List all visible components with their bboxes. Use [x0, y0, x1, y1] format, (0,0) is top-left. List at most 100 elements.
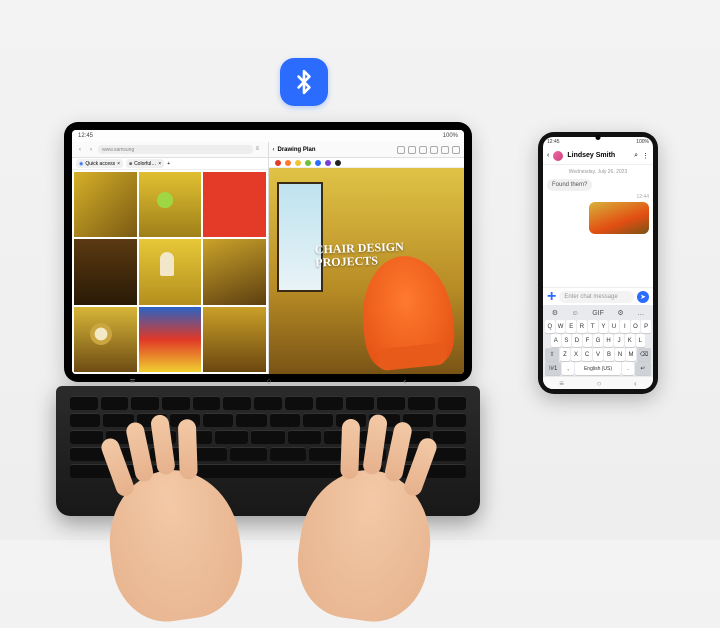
key[interactable]: T: [588, 320, 598, 333]
contact-name: Lindsey Smith: [567, 152, 615, 159]
gallery-tile[interactable]: [203, 239, 266, 304]
gallery-tile[interactable]: [203, 172, 266, 237]
new-tab-button[interactable]: +: [167, 161, 170, 167]
more-icon[interactable]: ⋮: [642, 152, 649, 160]
color-swatch[interactable]: [325, 160, 331, 166]
soft-keyboard[interactable]: ⚙ ☺ GIF ⚙ … QWERTYUIOP ASDFGHJKL ⇧ZXCVBN…: [543, 305, 653, 377]
browser-back-button[interactable]: ‹: [76, 147, 84, 153]
key[interactable]: N: [615, 348, 625, 361]
key[interactable]: X: [571, 348, 581, 361]
color-swatch[interactable]: [275, 160, 281, 166]
address-bar[interactable]: www.samsung: [98, 145, 253, 154]
send-button[interactable]: ➤: [637, 291, 649, 303]
key[interactable]: P: [641, 320, 651, 333]
phone-nav-bar: ≡ ○ ‹: [543, 377, 653, 389]
symbols-key[interactable]: !#1: [545, 362, 561, 375]
browser-tab-strip: ◉Quick access× ■Colorful…× +: [72, 158, 268, 170]
key[interactable]: A: [551, 334, 561, 347]
message-time: 12:44: [547, 194, 649, 200]
browser-forward-button[interactable]: ›: [87, 147, 95, 153]
key[interactable]: ,: [562, 362, 574, 375]
gallery-tile[interactable]: [203, 307, 266, 372]
attach-button[interactable]: +: [547, 288, 556, 306]
drawing-canvas[interactable]: CHAIR DESIGN PROJECTS: [269, 168, 465, 374]
key[interactable]: S: [562, 334, 572, 347]
key[interactable]: Q: [545, 320, 555, 333]
gallery-tile[interactable]: [74, 307, 137, 372]
browser-menu-icon[interactable]: ≡: [256, 146, 264, 154]
browser-tab[interactable]: ■Colorful…×: [126, 159, 164, 168]
key[interactable]: W: [556, 320, 566, 333]
chat-placeholder: Enter chat message: [564, 294, 617, 300]
key[interactable]: B: [604, 348, 614, 361]
tool-icon[interactable]: [441, 146, 449, 154]
key[interactable]: I: [620, 320, 630, 333]
chat-input[interactable]: Enter chat message: [559, 291, 634, 303]
key[interactable]: J: [614, 334, 624, 347]
color-swatch[interactable]: [315, 160, 321, 166]
avatar[interactable]: [553, 151, 563, 161]
key[interactable]: V: [593, 348, 603, 361]
tablet-screen: 12:45 100% ‹ › www.samsung ≡ ◉Quick acce…: [72, 130, 464, 374]
kb-tool-icon[interactable]: GIF: [592, 310, 604, 317]
key[interactable]: R: [577, 320, 587, 333]
nav-back-button[interactable]: ‹: [634, 379, 637, 388]
key[interactable]: K: [625, 334, 635, 347]
key[interactable]: H: [604, 334, 614, 347]
nav-recent-button[interactable]: ≡: [130, 376, 135, 386]
tool-icon[interactable]: [419, 146, 427, 154]
gallery-tile[interactable]: [74, 172, 137, 237]
canvas-window: [277, 182, 323, 292]
close-icon[interactable]: ×: [158, 161, 161, 167]
gallery-tile[interactable]: [139, 307, 202, 372]
more-icon[interactable]: [452, 146, 460, 154]
image-message[interactable]: [589, 202, 649, 234]
kb-tool-icon[interactable]: …: [637, 310, 644, 317]
drawing-back-button[interactable]: ‹: [273, 147, 275, 153]
color-swatch[interactable]: [295, 160, 301, 166]
gallery-tile[interactable]: [139, 239, 202, 304]
key[interactable]: L: [636, 334, 646, 347]
gallery-tile[interactable]: [139, 172, 202, 237]
tool-icon[interactable]: [408, 146, 416, 154]
drawing-toolbar: ‹ Drawing Plan: [269, 142, 465, 158]
nav-home-button[interactable]: ○: [266, 376, 271, 386]
key[interactable]: F: [583, 334, 593, 347]
tool-icon[interactable]: [397, 146, 405, 154]
status-battery: 100%: [636, 139, 649, 145]
key[interactable]: U: [609, 320, 619, 333]
tool-icon[interactable]: [430, 146, 438, 154]
kb-tool-icon[interactable]: ☺: [572, 310, 579, 317]
color-swatch[interactable]: [285, 160, 291, 166]
color-swatch[interactable]: [305, 160, 311, 166]
chat-back-button[interactable]: ‹: [547, 152, 549, 159]
nav-back-button[interactable]: ‹: [403, 376, 406, 386]
gallery-tile[interactable]: [74, 239, 137, 304]
keyboard-toolbar: ⚙ ☺ GIF ⚙ …: [545, 307, 651, 319]
drawing-title: Drawing Plan: [278, 147, 316, 153]
space-key[interactable]: English (US): [575, 362, 621, 375]
backspace-key[interactable]: ⌫: [637, 348, 651, 361]
browser-toolbar: ‹ › www.samsung ≡: [72, 142, 268, 158]
chat-thread[interactable]: Wednesday, July 26, 2023 Found them? 12:…: [543, 165, 653, 287]
key[interactable]: O: [631, 320, 641, 333]
key[interactable]: Z: [560, 348, 570, 361]
key[interactable]: D: [572, 334, 582, 347]
key[interactable]: .: [622, 362, 634, 375]
key[interactable]: G: [593, 334, 603, 347]
kb-tool-icon[interactable]: ⚙: [617, 309, 623, 317]
enter-key[interactable]: ↵: [635, 362, 651, 375]
kb-tool-icon[interactable]: ⚙: [552, 309, 558, 317]
key[interactable]: Y: [599, 320, 609, 333]
key[interactable]: C: [582, 348, 592, 361]
nav-recent-button[interactable]: ≡: [559, 379, 564, 388]
close-icon[interactable]: ×: [117, 161, 120, 167]
search-icon[interactable]: ⌕: [634, 152, 638, 160]
key[interactable]: M: [626, 348, 636, 361]
key[interactable]: E: [566, 320, 576, 333]
color-swatch[interactable]: [335, 160, 341, 166]
nav-home-button[interactable]: ○: [597, 379, 602, 388]
shift-key[interactable]: ⇧: [545, 348, 559, 361]
address-text: www.samsung: [102, 147, 134, 153]
browser-tab[interactable]: ◉Quick access×: [76, 159, 123, 168]
